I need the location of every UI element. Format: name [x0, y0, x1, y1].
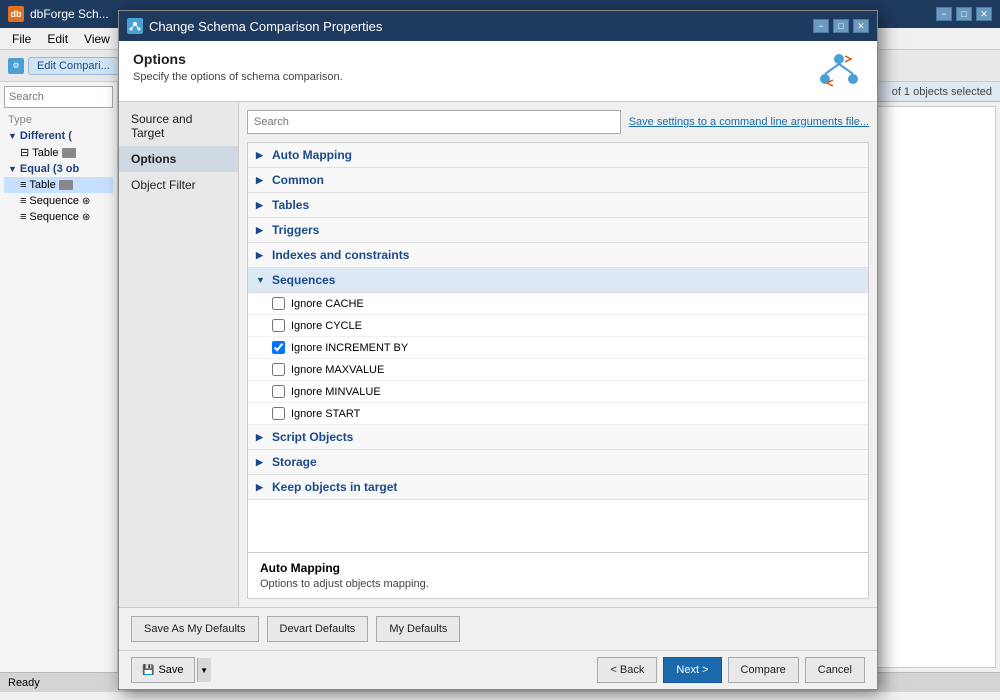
dialog-header-desc: Specify the options of schema comparison… [133, 71, 343, 83]
dialog-titlebar-buttons: − □ ✕ [813, 19, 869, 33]
checkbox-ignore-increment-by[interactable] [272, 341, 285, 354]
type-label: Type [4, 112, 113, 128]
save-dropdown-arrow[interactable]: ▼ [197, 658, 211, 682]
group-script-objects[interactable]: ▶ Script Objects [248, 425, 868, 450]
dialog-header-icon [815, 51, 863, 91]
tree-sequence-2[interactable]: ≡ Sequence ⊛ [4, 209, 113, 225]
tree-different[interactable]: ▼ Different ( [4, 128, 113, 144]
sidebar-options[interactable]: Options [119, 146, 238, 172]
group-indexes-arrow: ▶ [256, 250, 266, 261]
group-indexes[interactable]: ▶ Indexes and constraints [248, 243, 868, 268]
group-tables[interactable]: ▶ Tables [248, 193, 868, 218]
close-button[interactable]: ✕ [976, 7, 992, 21]
options-list: ▶ Auto Mapping ▶ Common ▶ Tables ▶ Trigg… [247, 142, 869, 553]
dialog-titlebar: Change Schema Comparison Properties − □ … [119, 11, 877, 41]
dialog: Change Schema Comparison Properties − □ … [118, 10, 878, 690]
left-search-input[interactable] [4, 86, 113, 108]
label-ignore-increment-by: Ignore INCREMENT BY [291, 342, 408, 354]
my-defaults-button[interactable]: My Defaults [376, 616, 460, 642]
cancel-button[interactable]: Cancel [805, 657, 865, 683]
checkbox-ignore-start[interactable] [272, 407, 285, 420]
dialog-header-text: Options Specify the options of schema co… [133, 51, 343, 83]
sidebar-source-target[interactable]: Source and Target [119, 106, 238, 146]
tree-table-equal[interactable]: ≡ Table [4, 177, 113, 193]
label-ignore-minvalue: Ignore MINVALUE [291, 386, 381, 398]
dialog-title: Change Schema Comparison Properties [149, 19, 382, 34]
app-icon: db [8, 6, 24, 22]
dialog-body: Source and Target Options Object Filter … [119, 102, 877, 607]
group-auto-mapping-arrow: ▶ [256, 150, 266, 161]
dialog-content-area: Save settings to a command line argument… [239, 102, 877, 607]
save-button-group: 💾 Save ▼ [131, 657, 211, 683]
dialog-header: Options Specify the options of schema co… [119, 41, 877, 102]
restore-button[interactable]: □ [956, 7, 972, 21]
save-button[interactable]: 💾 Save [131, 657, 195, 683]
description-area: Auto Mapping Options to adjust objects m… [247, 553, 869, 599]
option-ignore-start: Ignore START [248, 403, 868, 425]
dialog-icon [127, 18, 143, 34]
options-search-input[interactable] [247, 110, 621, 134]
dialog-close-button[interactable]: ✕ [853, 19, 869, 33]
description-text: Options to adjust objects mapping. [260, 578, 856, 590]
back-button[interactable]: < Back [597, 657, 657, 683]
search-row: Save settings to a command line argument… [247, 110, 869, 134]
devart-defaults-button[interactable]: Devart Defaults [267, 616, 369, 642]
next-button[interactable]: Next > [663, 657, 721, 683]
dialog-minimize-button[interactable]: − [813, 19, 829, 33]
tree-equal[interactable]: ▼ Equal (3 ob [4, 161, 113, 177]
menu-edit[interactable]: Edit [39, 32, 76, 46]
dialog-sidebar: Source and Target Options Object Filter [119, 102, 239, 607]
minimize-button[interactable]: − [936, 7, 952, 21]
compare-button[interactable]: Compare [728, 657, 799, 683]
group-keep-objects-arrow: ▶ [256, 482, 266, 493]
tab-edit-comparison[interactable]: Edit Compari... [28, 57, 119, 75]
description-title: Auto Mapping [260, 561, 856, 575]
label-ignore-cache: Ignore CACHE [291, 298, 364, 310]
checkbox-ignore-cache[interactable] [272, 297, 285, 310]
option-ignore-cache: Ignore CACHE [248, 293, 868, 315]
save-as-my-defaults-button[interactable]: Save As My Defaults [131, 616, 259, 642]
option-ignore-maxvalue: Ignore MAXVALUE [248, 359, 868, 381]
checkbox-ignore-maxvalue[interactable] [272, 363, 285, 376]
label-ignore-start: Ignore START [291, 408, 360, 420]
app-title: dbForge Sch... [30, 7, 109, 21]
checkbox-ignore-cycle[interactable] [272, 319, 285, 332]
menu-view[interactable]: View [76, 32, 118, 46]
group-script-objects-arrow: ▶ [256, 432, 266, 443]
checkbox-ignore-minvalue[interactable] [272, 385, 285, 398]
label-ignore-cycle: Ignore CYCLE [291, 320, 362, 332]
left-panel: Type ▼ Different ( ⊟ Table ▼ Equal (3 ob… [0, 82, 118, 672]
dialog-header-title: Options [133, 51, 343, 67]
group-auto-mapping[interactable]: ▶ Auto Mapping [248, 143, 868, 168]
dialog-restore-button[interactable]: □ [833, 19, 849, 33]
dialog-footer-buttons: Save As My Defaults Devart Defaults My D… [119, 607, 877, 650]
menu-file[interactable]: File [4, 32, 39, 46]
group-tables-arrow: ▶ [256, 200, 266, 211]
toolbar-icon: ⚙ [8, 58, 24, 74]
group-storage-arrow: ▶ [256, 457, 266, 468]
save-settings-link[interactable]: Save settings to a command line argument… [629, 116, 869, 128]
option-ignore-minvalue: Ignore MINVALUE [248, 381, 868, 403]
group-sequences-arrow: ▼ [256, 275, 266, 285]
group-common-arrow: ▶ [256, 175, 266, 186]
dialog-title-left: Change Schema Comparison Properties [127, 18, 382, 34]
option-ignore-increment-by: Ignore INCREMENT BY [248, 337, 868, 359]
group-keep-objects[interactable]: ▶ Keep objects in target [248, 475, 868, 500]
group-triggers[interactable]: ▶ Triggers [248, 218, 868, 243]
group-triggers-arrow: ▶ [256, 225, 266, 236]
tree-table-different[interactable]: ⊟ Table [4, 144, 113, 161]
sidebar-object-filter[interactable]: Object Filter [119, 172, 238, 198]
group-common[interactable]: ▶ Common [248, 168, 868, 193]
group-sequences[interactable]: ▼ Sequences [248, 268, 868, 293]
tree-sequence-1[interactable]: ≡ Sequence ⊛ [4, 193, 113, 209]
option-ignore-cycle: Ignore CYCLE [248, 315, 868, 337]
dialog-nav-buttons: 💾 Save ▼ < Back Next > Compare Cancel [119, 650, 877, 689]
label-ignore-maxvalue: Ignore MAXVALUE [291, 364, 384, 376]
group-storage[interactable]: ▶ Storage [248, 450, 868, 475]
